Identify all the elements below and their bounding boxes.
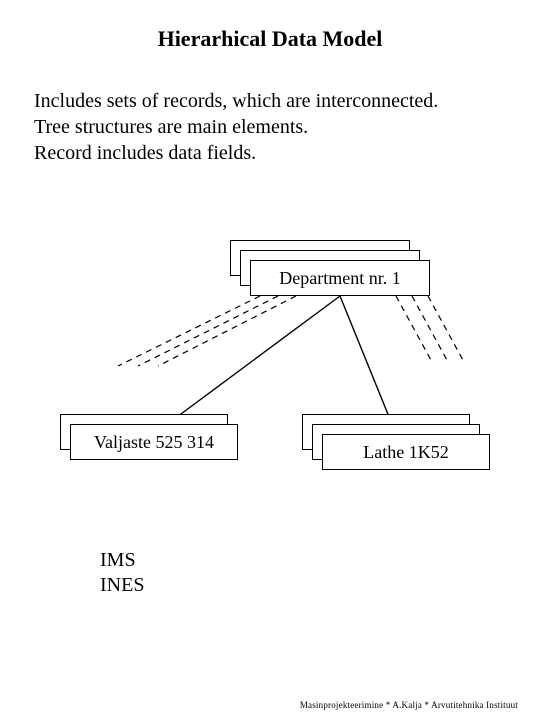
page-title: Hierarhical Data Model <box>0 26 540 52</box>
notes-block: IMS INES <box>100 548 144 598</box>
page-root: Hierarhical Data Model Includes sets of … <box>0 0 540 720</box>
stack-card-front: Lathe 1K52 <box>322 434 490 470</box>
para-line-1: Includes sets of records, which are inte… <box>34 88 514 114</box>
notes-line-2: INES <box>100 573 144 598</box>
left-node-label: Valjaste 525 314 <box>71 425 237 459</box>
footer-text: Masinprojekteerimine * A.Kalja * Arvutit… <box>300 700 518 710</box>
root-node-label: Department nr. 1 <box>251 261 429 295</box>
notes-line-1: IMS <box>100 548 144 573</box>
stack-card-front: Valjaste 525 314 <box>70 424 238 460</box>
right-node-label: Lathe 1K52 <box>323 435 489 469</box>
para-line-3: Record includes data fields. <box>34 140 514 166</box>
stack-card-front: Department nr. 1 <box>250 260 430 296</box>
para-line-2: Tree structures are main elements. <box>34 114 514 140</box>
description-paragraph: Includes sets of records, which are inte… <box>34 88 514 166</box>
